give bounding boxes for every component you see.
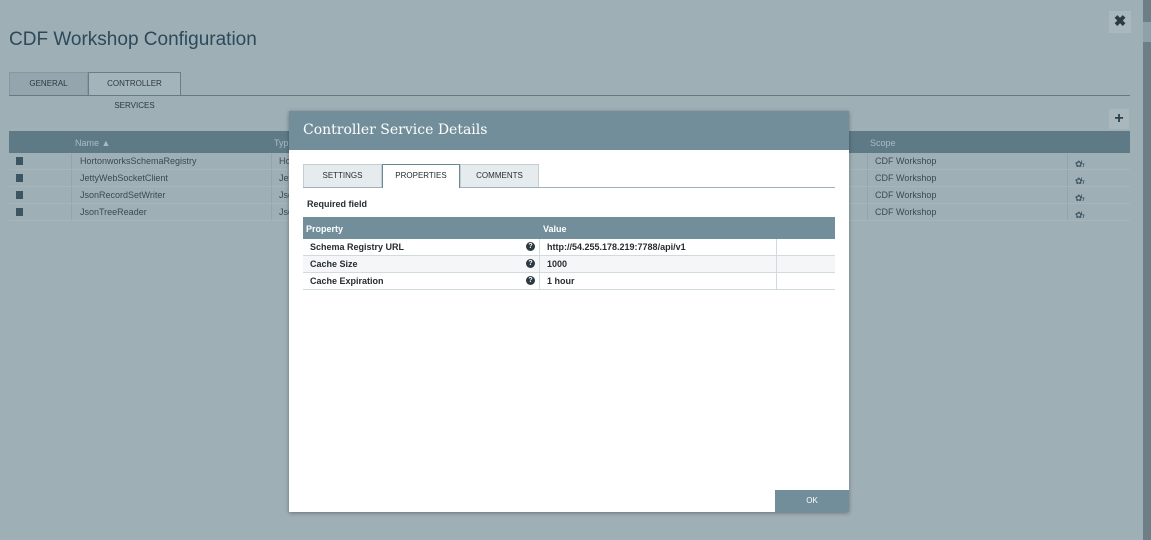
column-header-type[interactable]: Typ	[274, 138, 289, 148]
bolt-icon[interactable]: ϟ	[1080, 159, 1085, 169]
info-icon[interactable]	[16, 208, 23, 216]
column-header-value: Value	[543, 224, 567, 234]
column-header-scope[interactable]: Scope	[870, 138, 896, 148]
dialog-title: Controller Service Details	[303, 122, 488, 138]
add-service-button[interactable]: +	[1109, 109, 1129, 129]
properties-table: Property Value Schema Registry URL ? htt…	[303, 217, 835, 290]
tab-comments[interactable]: COMMENTS	[460, 164, 539, 187]
tab-properties[interactable]: PROPERTIES	[382, 164, 460, 188]
table-row[interactable]: Cache Expiration ? 1 hour	[303, 273, 835, 290]
bolt-icon[interactable]: ϟ	[1080, 210, 1085, 220]
required-field-label: Required field	[307, 199, 368, 209]
scrollbar[interactable]	[1143, 0, 1151, 540]
column-header-name[interactable]: Name ▲	[75, 138, 110, 148]
help-icon[interactable]: ?	[526, 276, 535, 285]
row-name: JsonTreeReader	[80, 207, 147, 217]
row-scope: CDF Workshop	[875, 190, 937, 200]
row-scope: CDF Workshop	[875, 207, 937, 217]
property-value[interactable]: http://54.255.178.219:7788/api/v1	[547, 242, 686, 252]
dialog-tab-bar: SETTINGS PROPERTIES COMMENTS	[303, 164, 835, 188]
bolt-icon[interactable]: ϟ	[1080, 193, 1085, 203]
row-name: HortonworksSchemaRegistry	[80, 156, 197, 166]
close-icon[interactable]: ✖	[1109, 11, 1131, 33]
property-name: Cache Size	[310, 259, 358, 269]
tab-divider	[9, 95, 1130, 96]
page-title: CDF Workshop Configuration	[9, 29, 257, 50]
info-icon[interactable]	[16, 191, 23, 199]
column-header-property: Property	[306, 224, 344, 234]
help-icon[interactable]: ?	[526, 259, 535, 268]
table-row[interactable]: Schema Registry URL ? http://54.255.178.…	[303, 239, 835, 256]
controller-service-dialog: Controller Service Details SETTINGS PROP…	[289, 111, 849, 512]
row-name: JsonRecordSetWriter	[80, 190, 166, 200]
table-header: Property Value	[303, 217, 835, 239]
info-icon[interactable]	[16, 157, 23, 165]
row-name: JettyWebSocketClient	[80, 173, 168, 183]
bolt-icon[interactable]: ϟ	[1080, 176, 1085, 186]
help-icon[interactable]: ?	[526, 242, 535, 251]
tab-general[interactable]: GENERAL	[9, 72, 88, 95]
property-value[interactable]: 1 hour	[547, 276, 575, 286]
property-name: Schema Registry URL	[310, 242, 405, 252]
row-scope: CDF Workshop	[875, 173, 937, 183]
tab-settings[interactable]: SETTINGS	[303, 164, 382, 187]
tab-controller-services[interactable]: CONTROLLER SERVICES	[88, 72, 181, 110]
info-icon[interactable]	[16, 174, 23, 182]
dialog-header: Controller Service Details	[289, 111, 849, 150]
ok-button[interactable]: OK	[775, 490, 849, 512]
row-scope: CDF Workshop	[875, 156, 937, 166]
table-row[interactable]: Cache Size ? 1000	[303, 256, 835, 273]
property-name: Cache Expiration	[310, 276, 384, 286]
property-value[interactable]: 1000	[547, 259, 567, 269]
